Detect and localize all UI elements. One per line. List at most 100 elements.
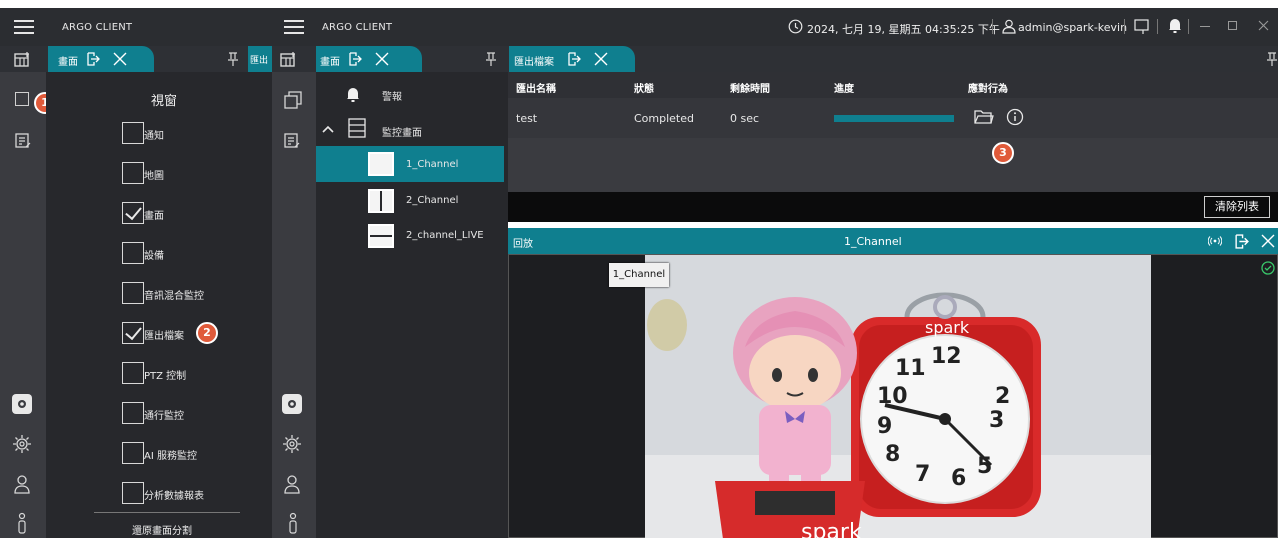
edit-list-icon[interactable] (283, 132, 301, 150)
settings-active-icon[interactable] (282, 394, 302, 414)
playback-header: 回放 1_Channel (508, 228, 1278, 254)
user-icon[interactable] (13, 474, 31, 494)
table-row[interactable]: test Completed 0 sec (508, 98, 1278, 138)
tab-export[interactable]: 匯出檔案 (509, 46, 635, 72)
menu-icon[interactable] (14, 20, 34, 34)
clock-brand: spark (925, 318, 970, 337)
single-layout-icon (368, 152, 394, 176)
restore-layout-button[interactable]: 還原畫面分割 (132, 522, 192, 537)
checkbox-map[interactable] (122, 162, 144, 184)
checkbox-device[interactable] (122, 242, 144, 264)
export-footer: 清除列表 (508, 192, 1278, 222)
minimize-icon[interactable] (1200, 26, 1210, 27)
close-icon[interactable] (374, 51, 390, 67)
detach-icon[interactable] (86, 52, 100, 66)
info-icon[interactable] (1006, 108, 1024, 126)
info-person-icon[interactable] (286, 512, 300, 534)
separator (992, 19, 993, 34)
split-vertical-layout-icon (368, 189, 394, 213)
checkbox-analytics[interactable] (122, 482, 144, 504)
info-person-icon[interactable] (15, 512, 29, 534)
detach-icon[interactable] (567, 52, 581, 66)
checkbox-access[interactable] (122, 402, 144, 424)
tab-export-label: 匯出檔案 (514, 57, 554, 68)
tab-screen[interactable]: 畫面 (48, 46, 154, 72)
tab-screen[interactable]: 畫面 (316, 46, 422, 72)
label-access: 通行監控 (144, 411, 184, 422)
left-sidebar: 1 (0, 72, 56, 538)
label-notify: 通知 (144, 131, 164, 142)
split-horizontal-layout-icon (368, 224, 394, 248)
video-viewport[interactable]: 1_Channel 12 10 2 3 9 8 7 6 5 11 spark s… (508, 254, 1278, 538)
export-panel: 匯出名稱 狀態 剩餘時間 進度 應對行為 test Completed 0 se… (508, 72, 1278, 192)
pin-icon[interactable] (226, 52, 240, 66)
col-status: 狀態 (634, 84, 654, 95)
open-folder-icon[interactable] (974, 109, 994, 125)
close-icon[interactable] (112, 51, 128, 67)
clear-list-button[interactable]: 清除列表 (1204, 196, 1270, 218)
pin-icon[interactable] (484, 52, 498, 66)
edit-list-icon[interactable] (14, 132, 32, 150)
window-panel: 視窗 通知 地圖 畫面 設備 音訊混合監控 匯出檔案 2 PTZ 控制 通行監控… (46, 72, 272, 538)
window-icon[interactable] (283, 90, 303, 110)
user-icon (1002, 19, 1016, 34)
col-progress: 進度 (834, 84, 854, 95)
gear-icon[interactable] (12, 434, 32, 454)
close-window-icon[interactable] (1258, 20, 1269, 31)
tab-export-partial[interactable]: 匯出 (248, 46, 272, 72)
svg-text:6: 6 (951, 466, 966, 491)
bell-icon (347, 88, 359, 102)
restore-icon[interactable] (1228, 21, 1237, 30)
label-ptz: PTZ 控制 (144, 371, 187, 382)
label-map: 地圖 (144, 171, 164, 182)
tree-layout-2channel[interactable]: 2_Channel (406, 195, 458, 206)
tab-export-label: 匯出 (250, 56, 269, 66)
channel-tooltip: 1_Channel (609, 263, 669, 287)
close-icon[interactable] (593, 51, 609, 67)
settings-active-icon[interactable] (12, 394, 32, 414)
progress-bar (834, 115, 954, 122)
user-icon[interactable] (283, 474, 301, 494)
gear-icon[interactable] (282, 434, 302, 454)
col-actions: 應對行為 (968, 84, 1008, 95)
label-analytics: 分析數據報表 (144, 491, 204, 502)
tab-screen-label: 畫面 (58, 57, 78, 68)
playback-channel: 1_Channel (844, 235, 902, 248)
divider (94, 512, 240, 513)
checkbox-ptz[interactable] (122, 362, 144, 384)
checkbox-ai[interactable] (122, 442, 144, 464)
broadcast-icon[interactable] (1208, 236, 1222, 246)
detach-icon[interactable] (1234, 234, 1249, 249)
window-icon[interactable] (15, 92, 29, 106)
pin-icon[interactable] (1266, 52, 1278, 66)
label-export: 匯出檔案 (144, 331, 184, 342)
col-remaining: 剩餘時間 (730, 84, 770, 95)
tree-layout-1channel[interactable]: 1_Channel (316, 146, 504, 182)
separator (1157, 19, 1158, 34)
detach-icon[interactable] (348, 52, 362, 66)
tree-monitor[interactable]: 監控畫面 (382, 124, 422, 139)
menu-icon[interactable] (284, 20, 304, 34)
tree-alarm[interactable]: 警報 (382, 88, 402, 103)
layout-grid-icon[interactable] (14, 51, 32, 67)
row-remaining: 0 sec (730, 112, 760, 125)
checkbox-screen[interactable] (122, 202, 144, 224)
label-device: 設備 (144, 251, 164, 262)
close-icon[interactable] (1260, 233, 1276, 249)
checkbox-notify[interactable] (122, 122, 144, 144)
col-name: 匯出名稱 (516, 84, 556, 95)
bell-icon[interactable] (1168, 17, 1182, 33)
checkbox-export[interactable] (122, 322, 144, 344)
tree-layout-1channel-label: 1_Channel (406, 159, 459, 170)
layout-grid-icon[interactable] (280, 51, 298, 67)
user-name[interactable]: admin@spark-kevin (1018, 21, 1127, 34)
svg-text:9: 9 (877, 414, 892, 439)
message-icon[interactable] (1134, 18, 1150, 35)
step-badge-2: 2 (196, 322, 218, 344)
chevron-up-icon[interactable] (322, 125, 334, 133)
step-badge-3: 3 (992, 142, 1014, 164)
svg-text:8: 8 (885, 442, 900, 467)
checkbox-audio-mix[interactable] (122, 282, 144, 304)
label-audio-mix: 音訊混合監控 (144, 291, 204, 302)
tree-layout-2channel-live[interactable]: 2_channel_LIVE (406, 230, 484, 241)
